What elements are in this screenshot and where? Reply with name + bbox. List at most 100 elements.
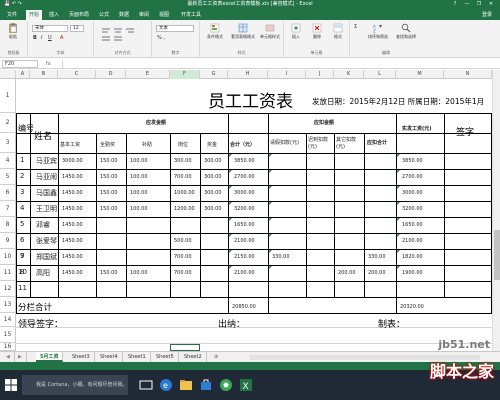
cell-total[interactable]: 2100.00 [234, 238, 255, 244]
cell-name[interactable]: 马亚闹 [36, 172, 57, 182]
bold-button[interactable]: B [33, 35, 37, 41]
cell-name[interactable]: 马国鑫 [36, 188, 57, 198]
add-sheet-button[interactable]: ⊕ [210, 352, 222, 362]
number-format-select[interactable]: 文本 [156, 25, 194, 32]
conditional-format-button[interactable]: 条件格式 [202, 23, 228, 40]
column-header-j[interactable]: J [306, 70, 334, 79]
sheet-tab-sheet4[interactable]: Sheet4 [96, 352, 123, 362]
cell-post[interactable]: 700.00 [174, 254, 192, 260]
column-header-k[interactable]: K [334, 70, 364, 79]
edge-browser-icon[interactable]: e [158, 377, 174, 393]
insert-function-icon[interactable]: fx [46, 60, 51, 68]
row-header-14[interactable]: 14 [0, 313, 16, 327]
cell-net[interactable]: 2700.00 [402, 174, 423, 180]
cell-name[interactable]: 郑国斌 [36, 252, 57, 262]
row-header-16[interactable]: 16 [0, 343, 16, 351]
insert-cells-button[interactable]: 插入 [286, 23, 306, 40]
column-header-a[interactable]: A [16, 70, 30, 79]
row-header-5[interactable]: 5 [0, 169, 16, 185]
find-select-button[interactable]: 查找和选择 [392, 23, 420, 40]
tab-formulas[interactable]: 公式 [96, 10, 112, 20]
format-cells-button[interactable]: 格式 [328, 23, 348, 40]
cell-base[interactable]: 1450.00 [62, 254, 83, 260]
italic-button[interactable]: I [41, 35, 42, 41]
cell-attendance[interactable]: 150.00 [100, 206, 118, 212]
cell-net[interactable]: 1900.00 [402, 270, 423, 276]
signin-link[interactable]: 登录 [482, 10, 492, 20]
paste-button[interactable]: 粘贴 [3, 23, 23, 40]
close-button[interactable]: ✕ [485, 0, 497, 9]
sheet-tab-sheet1[interactable]: Sheet1 [124, 352, 151, 362]
cell-base[interactable]: 1450.00 [62, 222, 83, 228]
cell-total[interactable]: 2700.00 [234, 174, 255, 180]
vertical-scroll-thumb[interactable] [494, 230, 500, 280]
font-size-select[interactable]: 12 [70, 25, 84, 32]
row-header-1[interactable]: 1 [0, 79, 16, 113]
cell-post[interactable]: 1200.00 [174, 206, 195, 212]
cell-subsidy[interactable]: 100.00 [130, 158, 148, 164]
cell-name[interactable]: 王卫明 [36, 204, 57, 214]
cell-base[interactable]: 1450.00 [62, 190, 83, 196]
cell-styles-button[interactable]: 单元格样式 [257, 23, 283, 40]
tab-scroll-next[interactable]: ▶ [14, 352, 27, 362]
windows-start-icon[interactable] [4, 378, 18, 392]
file-explorer-icon[interactable] [178, 377, 194, 393]
cell-name[interactable]: 高阳 [36, 268, 50, 278]
row-header-8[interactable]: 8 [0, 217, 16, 233]
row-header-6[interactable]: 6 [0, 185, 16, 201]
font-name-select[interactable]: 宋体 [32, 25, 68, 32]
cell-no[interactable]: 4 [20, 204, 24, 212]
worksheet[interactable]: 员工工资表 发放日期：2015年2月12日 所属日期：2015年1月 编号 姓名… [16, 79, 492, 351]
cell-bonus[interactable]: 300.00 [204, 206, 222, 212]
column-header-h[interactable]: H [228, 70, 268, 79]
cell-other[interactable]: 200.00 [338, 270, 356, 276]
tab-insert[interactable]: 插入 [46, 10, 62, 20]
cell-name[interactable]: 邓睿 [36, 220, 50, 230]
cell-no[interactable]: 6 [20, 236, 24, 244]
percent-button[interactable]: % , [157, 35, 165, 41]
row-header-4[interactable]: 4 [0, 153, 16, 169]
font-color-button[interactable]: A [60, 35, 63, 41]
column-header-e[interactable]: E [126, 70, 170, 79]
tab-data[interactable]: 数据 [116, 10, 132, 20]
row-header-2[interactable]: 2 [0, 113, 16, 133]
excel-taskbar-icon[interactable]: X [238, 377, 254, 393]
cell-net[interactable]: 1820.00 [402, 254, 423, 260]
task-view-icon[interactable] [138, 377, 154, 393]
restore-button[interactable]: ❐ [473, 0, 485, 9]
sheet-tab-sheet5[interactable]: Sheet5 [152, 352, 179, 362]
cell-subsidy[interactable]: 100.00 [130, 206, 148, 212]
column-header-n[interactable]: N [444, 70, 492, 79]
row-header-12[interactable]: 12 [0, 281, 16, 297]
row-header-13[interactable]: 13 [0, 297, 16, 313]
cell-base[interactable]: 1450.00 [62, 270, 83, 276]
autosum-icon[interactable]: Σ [354, 24, 357, 30]
cortana-search-box[interactable]: 我是 Cortana，小娜。有问题尽管问我。 [22, 375, 128, 395]
column-header-f[interactable]: F [170, 70, 200, 79]
delete-cells-button[interactable]: 删除 [307, 23, 327, 40]
cell-bonus[interactable]: 300.00 [204, 158, 222, 164]
row-header-9[interactable]: 9 [0, 233, 16, 249]
row-header-7[interactable]: 7 [0, 201, 16, 217]
cell-net[interactable]: 3000.00 [402, 190, 423, 196]
sheet-tab-sheet3[interactable]: Sheet3 [68, 352, 95, 362]
underline-button[interactable]: U [48, 35, 52, 41]
cell-post[interactable]: 1000.00 [174, 190, 195, 196]
cell-subsidy[interactable]: 100.00 [130, 174, 148, 180]
vertical-scrollbar[interactable] [492, 70, 500, 351]
cell-no[interactable]: 2 [20, 172, 24, 180]
column-header-l[interactable]: L [364, 70, 396, 79]
cell-base[interactable]: 1450.00 [62, 206, 83, 212]
store-icon[interactable] [198, 377, 214, 393]
tab-page-layout[interactable]: 页面布局 [66, 10, 92, 20]
cell-total[interactable]: 3000.00 [234, 190, 255, 196]
cell-net[interactable]: 3850.00 [402, 158, 423, 164]
align-icons[interactable] [100, 26, 140, 42]
sheet-tab-sheet2[interactable]: Sheet2 [180, 352, 207, 362]
cell-attendance[interactable]: 150.00 [100, 158, 118, 164]
sheet-tab-may-salary[interactable]: 5月工资 [36, 352, 64, 362]
row-header-15[interactable]: 15 [0, 327, 16, 343]
name-box[interactable]: F20 [2, 60, 38, 68]
cell-net[interactable]: 2100.00 [402, 238, 423, 244]
cell-net[interactable]: 1650.00 [402, 222, 423, 228]
